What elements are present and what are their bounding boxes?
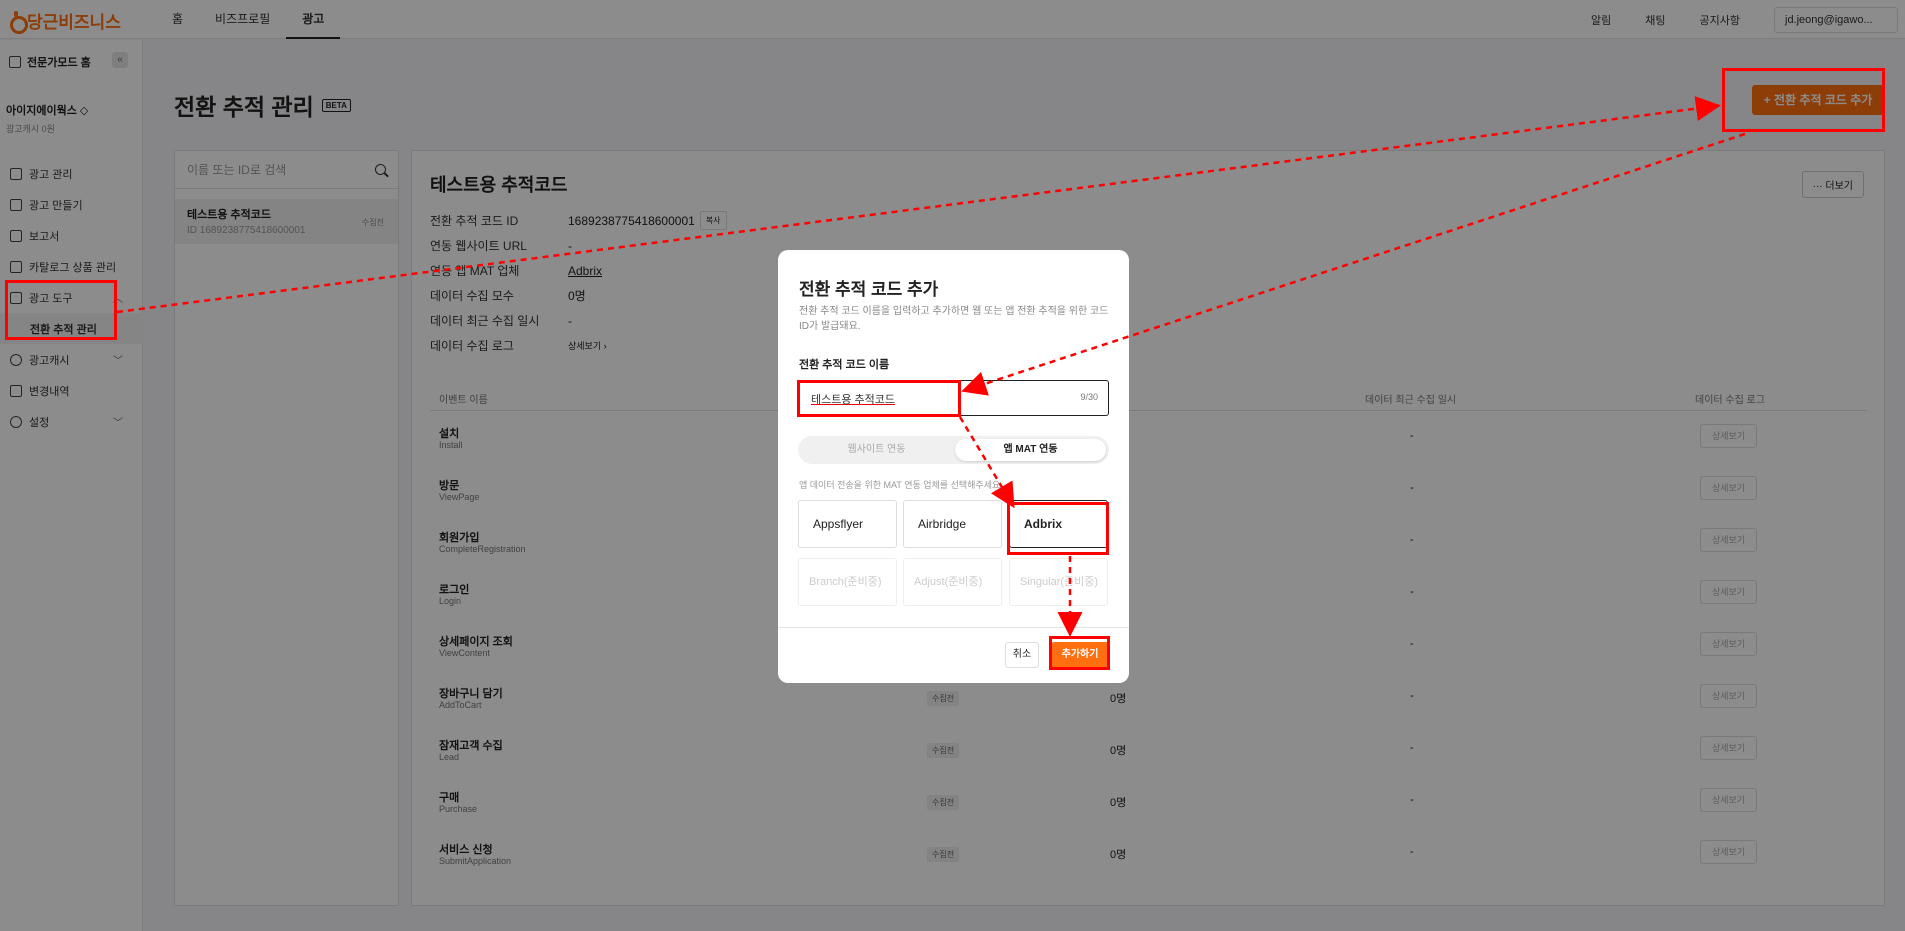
cancel-button[interactable]: 취소 [1005,642,1039,668]
integration-type-toggle: 웹사이트 연동 앱 MAT 연동 [798,436,1109,464]
code-name-label: 전환 추적 코드 이름 [799,359,890,371]
modal-title: 전환 추적 코드 추가 [799,280,939,299]
vendor-adjust: Adjust(준비중) [903,558,1002,606]
tab-website[interactable]: 웹사이트 연동 [801,439,952,461]
vendor-branch: Branch(준비중) [798,558,897,606]
vendor-appsflyer[interactable]: Appsflyer [798,500,897,548]
modal-divider [778,627,1129,628]
vendor-airbridge[interactable]: Airbridge [903,500,1002,548]
tab-app-mat[interactable]: 앱 MAT 연동 [955,439,1106,461]
code-name-value: 테스트용 추적코드 [811,394,896,406]
vendor-singular: Singular(준비중) [1009,558,1108,606]
vendor-adbrix[interactable]: Adbrix [1009,500,1108,548]
code-name-input[interactable]: 테스트용 추적코드 9/30 [798,380,1109,416]
char-counter: 9/30 [1080,392,1098,402]
submit-button[interactable]: 추가하기 [1051,642,1109,668]
vendor-hint: 앱 데이터 전송을 위한 MAT 연동 업체를 선택해주세요. [799,480,1003,490]
modal-description: 전환 추적 코드 이름을 입력하고 추가하면 웹 또는 앱 전환 추적을 위한 … [799,306,1109,332]
add-code-modal: 전환 추적 코드 추가 전환 추적 코드 이름을 입력하고 추가하면 웹 또는 … [778,250,1129,683]
